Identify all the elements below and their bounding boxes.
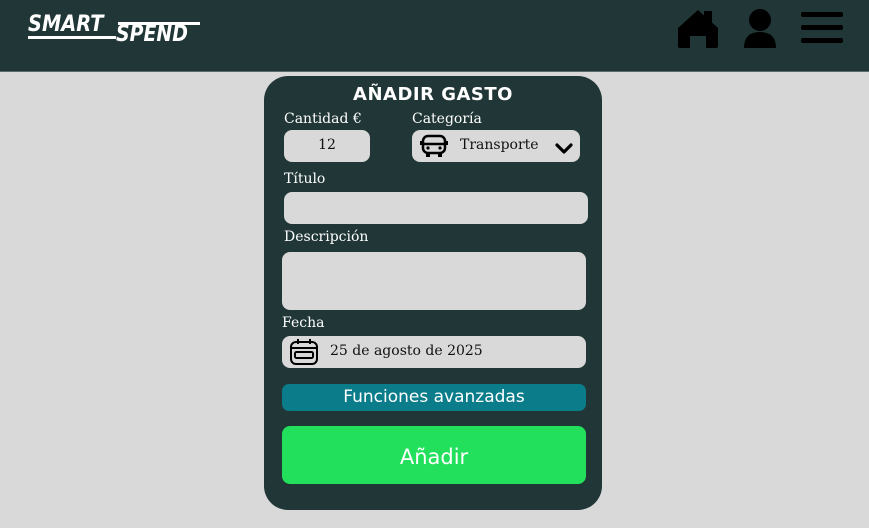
- form-title: AÑADIR GASTO: [353, 84, 513, 105]
- amount-input[interactable]: 12: [284, 130, 370, 162]
- top-bar: SMART SPEND: [0, 0, 869, 72]
- menu-icon[interactable]: [801, 12, 843, 48]
- title-input[interactable]: [284, 192, 588, 224]
- chevron-down-icon: [555, 140, 573, 159]
- bus-icon: [420, 134, 448, 163]
- smartspend-logo[interactable]: SMART SPEND: [28, 14, 200, 48]
- category-select[interactable]: Transporte: [412, 130, 580, 162]
- date-label: Fecha: [282, 315, 325, 331]
- amount-label: Cantidad €: [284, 111, 362, 127]
- add-expense-card: AÑADIR GASTO Cantidad € 12 Categoría Tra…: [264, 76, 602, 510]
- advanced-functions-button[interactable]: Funciones avanzadas: [282, 384, 586, 411]
- logo-underline: [28, 36, 116, 39]
- home-icon[interactable]: [676, 8, 720, 54]
- logo-text-smart: SMART: [28, 12, 104, 37]
- add-button[interactable]: Añadir: [282, 426, 586, 484]
- amount-value: 12: [318, 137, 336, 153]
- title-label: Título: [284, 171, 326, 187]
- description-textarea[interactable]: [282, 252, 586, 310]
- logo-text-spend: SPEND: [116, 22, 188, 47]
- description-label: Descripción: [284, 229, 369, 245]
- category-value: Transporte: [460, 137, 539, 153]
- category-label: Categoría: [412, 111, 482, 127]
- user-icon[interactable]: [742, 8, 778, 54]
- date-value: 25 de agosto de 2025: [330, 343, 483, 359]
- date-input[interactable]: 25 de agosto de 2025: [282, 336, 586, 368]
- calendar-icon: [289, 339, 319, 370]
